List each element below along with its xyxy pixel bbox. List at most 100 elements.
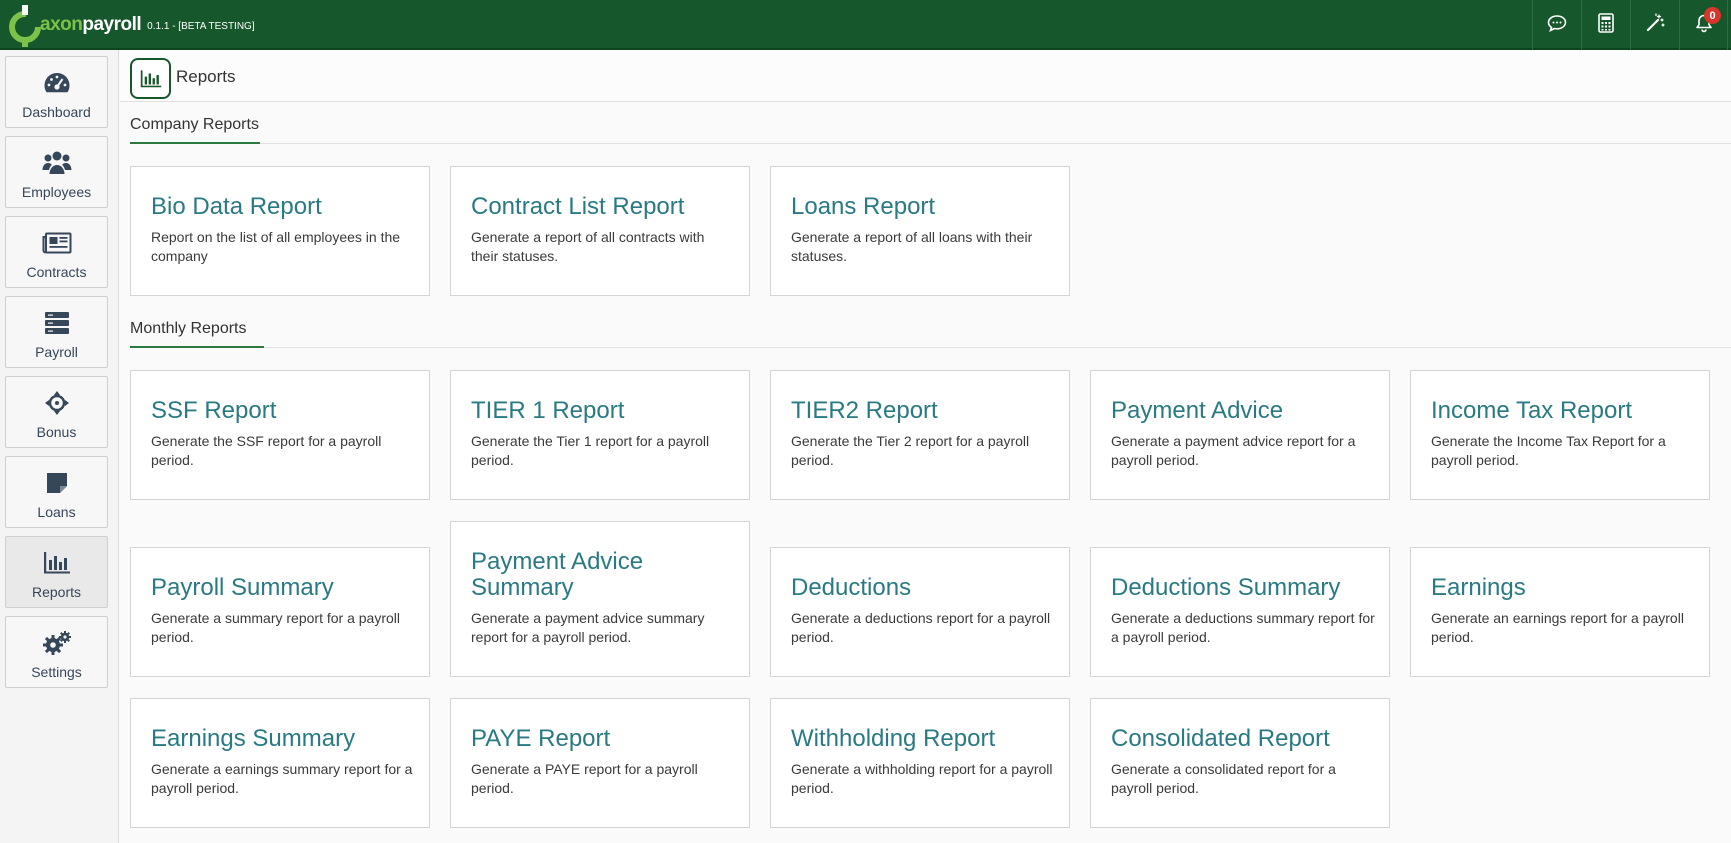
report-card-description: Generate a withholding report for a payr… (791, 761, 1053, 796)
notification-count-badge: 0 (1704, 7, 1721, 24)
report-card-consolidated[interactable]: Consolidated Report Generate a consolida… (1090, 698, 1390, 828)
sidebar-item-bonus[interactable]: Bonus (5, 376, 108, 448)
sidebar-item-loans[interactable]: Loans (5, 456, 108, 528)
sidebar-item-label: Reports (31, 584, 82, 600)
list-icon (42, 309, 72, 337)
sidebar-item-label: Settings (31, 664, 82, 680)
report-card-description: Generate the Income Tax Report for a pay… (1431, 433, 1666, 468)
gears-icon (42, 629, 72, 657)
report-card-earnings-summary[interactable]: Earnings Summary Generate a earnings sum… (130, 698, 430, 828)
sidebar-item-label: Contracts (26, 264, 87, 280)
bar-chart-icon (42, 549, 72, 577)
sidebar-item-label: Payroll (35, 344, 78, 360)
dashboard-icon (42, 69, 72, 97)
chat-icon (1547, 14, 1567, 37)
sticky-note-icon (42, 469, 72, 497)
sidebar-item-settings[interactable]: Settings (5, 616, 108, 688)
brand-payroll-text: payroll (82, 14, 142, 35)
report-card-title: Consolidated Report (1111, 725, 1330, 752)
report-card-description: Generate the Tier 1 report for a payroll… (471, 433, 710, 468)
magic-wand-button[interactable] (1630, 0, 1679, 50)
report-card-title: Payroll Summary (151, 574, 334, 601)
newspaper-icon (42, 229, 72, 257)
sidebar: Dashboard Employees Contracts Payroll Bo… (0, 50, 119, 843)
report-card-description: Generate a PAYE report for a payroll per… (471, 761, 698, 796)
report-card-description: Generate a deductions summary report for… (1111, 610, 1375, 645)
axon-logo-icon (6, 3, 44, 47)
report-card-title: TIER 1 Report (471, 397, 625, 424)
page-header: Reports (120, 50, 1731, 102)
report-card-description: Generate a report of all loans with thei… (791, 229, 1033, 264)
crosshair-icon (42, 389, 72, 417)
report-card-description: Generate a deductions report for a payro… (791, 610, 1051, 645)
report-card-title: Bio Data Report (151, 193, 322, 220)
sidebar-item-payroll[interactable]: Payroll (5, 296, 108, 368)
report-card-contract-list[interactable]: Contract List Report Generate a report o… (450, 166, 750, 296)
sidebar-item-contracts[interactable]: Contracts (5, 216, 108, 288)
brand-axon-text: axon (40, 14, 83, 35)
report-card-description: Generate a report of all contracts with … (471, 229, 705, 264)
report-card-title: Earnings (1431, 574, 1526, 601)
report-card-tier2[interactable]: TIER2 Report Generate the Tier 2 report … (770, 370, 1070, 500)
chat-button[interactable] (1532, 0, 1581, 50)
section-divider (130, 143, 1731, 144)
report-card-payment-advice-summary[interactable]: Payment Advice Summary Generate a paymen… (450, 521, 750, 677)
sidebar-item-label: Bonus (36, 424, 77, 440)
app-version: 0.1.1 - [BETA TESTING] (147, 20, 255, 32)
report-card-title: Loans Report (791, 193, 936, 220)
magic-wand-icon (1645, 12, 1665, 38)
reports-page-icon (130, 58, 171, 99)
section-title-monthly-reports: Monthly Reports (130, 320, 247, 337)
report-card-deductions-summary[interactable]: Deductions Summary Generate a deductions… (1090, 547, 1390, 677)
report-card-title: PAYE Report (471, 725, 611, 752)
report-card-title: Payment Advice (1111, 397, 1284, 424)
report-card-description: Generate a payment advice summary report… (471, 610, 705, 645)
report-card-title: Income Tax Report (1431, 397, 1632, 424)
report-card-title: Payment Advice Summary (471, 548, 644, 601)
section-accent-line (130, 346, 264, 348)
report-card-income-tax[interactable]: Income Tax Report Generate the Income Ta… (1410, 370, 1710, 500)
report-card-description: Generate a payment advice report for a p… (1111, 433, 1356, 468)
report-card-earnings[interactable]: Earnings Generate an earnings report for… (1410, 547, 1710, 677)
report-card-bio-data[interactable]: Bio Data Report Report on the list of al… (130, 166, 430, 296)
sidebar-item-label: Dashboard (22, 104, 91, 120)
report-card-deductions[interactable]: Deductions Generate a deductions report … (770, 547, 1070, 677)
sidebar-item-label: Employees (21, 184, 92, 200)
report-card-title: Earnings Summary (151, 725, 356, 752)
report-card-description: Generate the SSF report for a payroll pe… (151, 433, 382, 468)
sidebar-item-employees[interactable]: Employees (5, 136, 108, 208)
report-card-description: Generate a summary report for a payroll … (151, 610, 400, 645)
report-card-description: Generate the Tier 2 report for a payroll… (791, 433, 1030, 468)
report-card-payroll-summary[interactable]: Payroll Summary Generate a summary repor… (130, 547, 430, 677)
report-card-withholding[interactable]: Withholding Report Generate a withholdin… (770, 698, 1070, 828)
report-card-description: Report on the list of all employees in t… (151, 229, 401, 264)
notifications-button[interactable]: 0 (1679, 0, 1728, 50)
sidebar-item-reports[interactable]: Reports (5, 536, 108, 608)
report-card-description: Generate a consolidated report for a pay… (1111, 761, 1336, 796)
report-card-description: Generate a earnings summary report for a… (151, 761, 413, 796)
sidebar-item-label: Loans (37, 504, 76, 520)
report-card-title: Deductions Summary (1111, 574, 1341, 601)
section-title-company-reports: Company Reports (130, 116, 259, 133)
report-card-loans[interactable]: Loans Report Generate a report of all lo… (770, 166, 1070, 296)
report-card-title: SSF Report (151, 397, 277, 424)
report-card-title: Withholding Report (791, 725, 996, 752)
report-card-title: Deductions (791, 574, 912, 601)
report-card-paye[interactable]: PAYE Report Generate a PAYE report for a… (450, 698, 750, 828)
report-card-description: Generate an earnings report for a payrol… (1431, 610, 1684, 645)
calculator-button[interactable] (1581, 0, 1630, 50)
section-accent-line (130, 142, 260, 144)
main-content: Reports Company Reports Bio Data Report … (120, 50, 1731, 843)
report-card-ssf[interactable]: SSF Report Generate the SSF report for a… (130, 370, 430, 500)
topbar-actions: 0 (1532, 0, 1731, 50)
calculator-icon (1598, 12, 1614, 38)
page-title: Reports (176, 67, 236, 86)
report-card-tier1[interactable]: TIER 1 Report Generate the Tier 1 report… (450, 370, 750, 500)
report-card-payment-advice[interactable]: Payment Advice Generate a payment advice… (1090, 370, 1390, 500)
report-card-title: Contract List Report (471, 193, 685, 220)
report-card-title: TIER2 Report (791, 397, 938, 424)
sidebar-item-dashboard[interactable]: Dashboard (5, 56, 108, 128)
top-navbar: axon payroll 0.1.1 - [BETA TESTING] 0 (0, 0, 1731, 50)
app-brand[interactable]: axon payroll 0.1.1 - [BETA TESTING] (6, 2, 255, 48)
section-divider (130, 347, 1731, 348)
